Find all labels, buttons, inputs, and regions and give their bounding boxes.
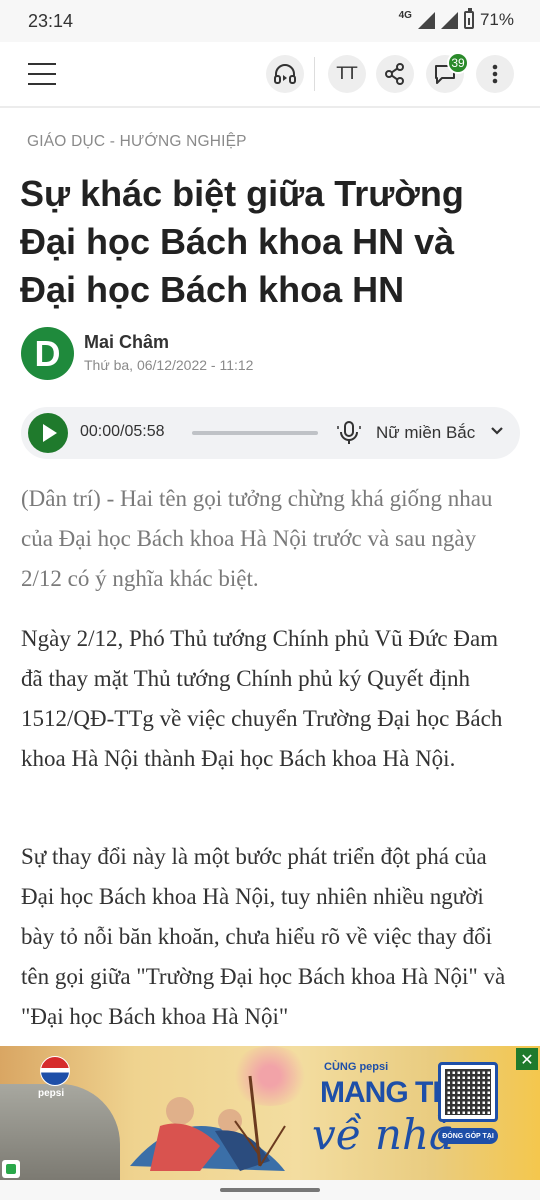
author-logo-letter: D xyxy=(34,332,61,374)
voice-select[interactable]: Nữ miền Bắc xyxy=(376,423,475,443)
status-time: 23:14 xyxy=(28,11,74,31)
share-icon xyxy=(385,63,404,85)
adchoices-icon[interactable] xyxy=(2,1160,20,1178)
article-title: Sự khác biệt giữa Trường Đại học Bách kh… xyxy=(20,173,464,310)
audio-progress-bar[interactable] xyxy=(192,431,318,435)
listen-button[interactable] xyxy=(266,55,304,93)
comment-count-badge: 39 xyxy=(447,52,469,74)
article-paragraph: Sự thay đổi này là một bước phát triển đ… xyxy=(21,844,506,1029)
app-toolbar: TT 39 xyxy=(0,42,540,108)
chevron-down-icon[interactable] xyxy=(491,426,503,436)
ad-cta-button[interactable]: ĐÓNG GÓP TẠI xyxy=(438,1128,498,1144)
status-bar: 23:14 4G 71% xyxy=(0,0,540,42)
share-button[interactable] xyxy=(376,55,414,93)
author-name[interactable]: Mai Châm xyxy=(84,332,169,353)
article-paragraph: Ngày 2/12, Phó Thủ tướng Chính phủ Vũ Đứ… xyxy=(21,626,503,771)
signal-icon xyxy=(417,11,435,29)
headphones-icon xyxy=(274,64,296,84)
article-lead: (Dân trí) - Hai tên gọi tưởng chừng khá … xyxy=(21,486,493,591)
network-type: 4G xyxy=(398,9,412,21)
author-avatar[interactable]: D xyxy=(21,327,74,380)
more-vertical-icon xyxy=(492,64,498,84)
toolbar-divider xyxy=(314,57,315,91)
text-size-button[interactable]: TT xyxy=(328,55,366,93)
signal-icon-2 xyxy=(440,11,458,29)
audio-time: 00:00/05:58 xyxy=(80,423,165,440)
pepsi-logo-text: pepsi xyxy=(38,1088,65,1099)
more-options-button[interactable] xyxy=(476,55,514,93)
ad-people-illustration xyxy=(130,1075,286,1171)
home-gesture-handle[interactable] xyxy=(220,1188,320,1192)
status-indicators: 4G 71% xyxy=(398,8,514,30)
voice-mic-icon xyxy=(337,421,361,444)
battery-level: 71% xyxy=(479,10,514,29)
system-nav-bar xyxy=(0,1180,540,1200)
publish-date: Thứ ba, 06/12/2022 - 11:12 xyxy=(84,357,254,373)
pepsi-logo xyxy=(40,1056,70,1086)
battery-icon xyxy=(463,8,474,29)
ad-close-icon[interactable]: ✕ xyxy=(516,1048,538,1070)
menu-icon[interactable] xyxy=(28,63,56,85)
audio-player: 00:00/05:58 Nữ miền Bắc xyxy=(21,407,520,459)
play-button[interactable] xyxy=(28,413,68,453)
text-size-icon: TT xyxy=(336,64,358,84)
article-category[interactable]: GIÁO DỤC - HƯỚNG NGHIỆP xyxy=(27,133,247,151)
ad-tagline-small: CÙNG pepsi xyxy=(324,1061,389,1073)
ad-banner[interactable]: pepsi CÙNG pepsi MANG TẾT về nhà ĐÓNG GÓ… xyxy=(0,1046,540,1180)
qr-code xyxy=(438,1062,498,1122)
ad-tagline-script: về nhà xyxy=(312,1110,455,1159)
